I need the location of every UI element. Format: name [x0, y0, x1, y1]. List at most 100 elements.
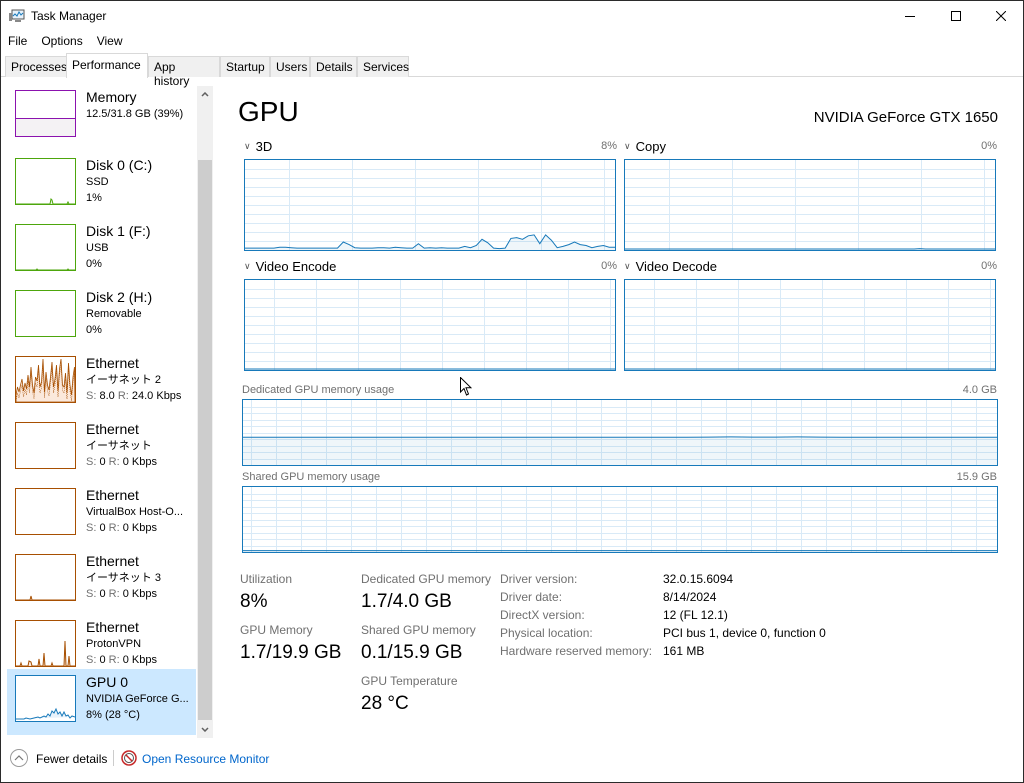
sidebar-item-ethernet[interactable]: Ethernet イーサネット S: 0 R: 0 Kbps	[7, 416, 196, 482]
graph-video-decode-selector[interactable]: ∨ Video Decode	[624, 259, 717, 274]
menu-file[interactable]: File	[1, 31, 34, 51]
receive-value: 0 Kbps	[122, 588, 157, 600]
tab-users[interactable]: Users	[270, 56, 310, 77]
menu-options[interactable]: Options	[34, 31, 89, 51]
gpu-temperature-label: GPU Temperature	[361, 674, 458, 688]
gpu-temperature-value: 28 °C	[361, 693, 409, 714]
scroll-thumb[interactable]	[198, 160, 212, 720]
sidebar-thumbnail	[15, 90, 76, 137]
maximize-icon	[951, 11, 961, 21]
series-area	[243, 436, 997, 465]
scroll-up-button[interactable]	[197, 86, 213, 103]
thumbnail-plot	[16, 423, 75, 468]
sidebar-item-gpu-0[interactable]: GPU 0 NVIDIA GeForce G... 8% (28 °C)	[7, 669, 196, 735]
sidebar-item-memory[interactable]: Memory 12.5/31.8 GB (39%)	[7, 86, 196, 152]
dedicated-memory-plot	[243, 400, 997, 465]
sidebar-thumbnail	[15, 290, 76, 337]
sidebar-item-value: 0%	[86, 258, 102, 270]
directx-version-value: 12 (FL 12.1)	[663, 608, 728, 622]
chevron-up-icon	[14, 755, 24, 761]
sidebar-item-ethernet[interactable]: Ethernet イーサネット 2 S: 8.0 R: 24.0 Kbps	[7, 350, 196, 416]
sidebar-item-subtitle: イーサネット 3	[86, 572, 161, 584]
sidebar-item-subtitle: VirtualBox Host-O...	[86, 506, 183, 518]
thumbnail-plot	[16, 358, 75, 402]
open-resource-monitor-link[interactable]: Open Resource Monitor	[142, 752, 269, 766]
receive-value: 0 Kbps	[122, 456, 157, 468]
sidebar-item-disk-1-f[interactable]: Disk 1 (F:) USB 0%	[7, 218, 196, 284]
sidebar-thumbnail	[15, 224, 76, 271]
thumbnail-plot	[16, 595, 75, 600]
graph-video-encode-selector[interactable]: ∨ Video Encode	[244, 259, 336, 274]
sidebar-item-title: Ethernet	[86, 355, 139, 371]
sidebar-item-title: Ethernet	[86, 553, 139, 569]
receive-label: R:	[108, 456, 120, 468]
graph-3d-plot	[245, 160, 615, 250]
receive-value: 0 Kbps	[122, 654, 157, 666]
receive-label: R:	[108, 654, 120, 666]
sidebar-item-throughput: S: 8.0 R: 24.0 Kbps	[86, 389, 181, 403]
shared-memory-graph	[242, 486, 998, 553]
send-value: 0	[99, 522, 106, 534]
sidebar-item-ethernet[interactable]: Ethernet イーサネット 3 S: 0 R: 0 Kbps	[7, 548, 196, 614]
title-bar: Task Manager	[1, 1, 1023, 31]
directx-version-label: DirectX version:	[500, 608, 585, 622]
maximize-button[interactable]	[933, 1, 979, 31]
scroll-down-button[interactable]	[197, 721, 213, 738]
sidebar-item-value: 1%	[86, 192, 102, 204]
shared-memory-plot	[243, 487, 997, 552]
sidebar-item-disk-0-c[interactable]: Disk 0 (C:) SSD 1%	[7, 152, 196, 218]
fewer-details-toggle[interactable]	[10, 749, 28, 767]
receive-label: R:	[117, 390, 129, 402]
dedicated-memory-graph-max: 4.0 GB	[962, 384, 997, 396]
send-label: S:	[86, 654, 97, 666]
minimize-icon	[905, 16, 915, 17]
send-label: S:	[86, 522, 97, 534]
graph-copy-selector[interactable]: ∨ Copy	[624, 139, 666, 154]
close-button[interactable]	[978, 1, 1024, 31]
graph-video-decode-value: 0%	[981, 260, 997, 272]
sidebar-item-title: Memory	[86, 89, 137, 105]
reserved-memory-label: Hardware reserved memory:	[500, 644, 653, 658]
shared-memory-graph-max: 15.9 GB	[956, 471, 997, 483]
footer-bar: Fewer details Open Resource Monitor	[1, 745, 1023, 775]
graph-3d-label: 3D	[255, 139, 273, 154]
tab-services[interactable]: Services	[357, 56, 409, 77]
tab-startup[interactable]: Startup	[220, 56, 270, 77]
send-label: S:	[86, 588, 97, 600]
graph-video-encode	[244, 279, 616, 371]
menu-view[interactable]: View	[90, 31, 130, 51]
dedicated-memory-value: 1.7/4.0 GB	[361, 591, 452, 612]
resource-sidebar: Memory 12.5/31.8 GB (39%) Disk 0 (C:) SSD 1%…	[1, 78, 215, 738]
sidebar-item-throughput: S: 0 R: 0 Kbps	[86, 587, 157, 601]
fewer-details-button[interactable]: Fewer details	[36, 752, 107, 766]
tab-processes[interactable]: Processes	[5, 56, 67, 77]
sidebar-item-subtitle: イーサネット 2	[86, 374, 161, 386]
sidebar-item-disk-2-h[interactable]: Disk 2 (H:) Removable 0%	[7, 284, 196, 350]
task-manager-window: Task Manager File Options View Processes…	[0, 0, 1024, 783]
sidebar-scrollbar[interactable]	[197, 86, 213, 738]
receive-label: R:	[108, 588, 120, 600]
minimize-button[interactable]	[887, 1, 933, 31]
sidebar-item-value: 0%	[86, 324, 102, 336]
gpu-memory-value: 1.7/19.9 GB	[240, 642, 342, 663]
graph-video-encode-value: 0%	[601, 260, 617, 272]
graph-3d-selector[interactable]: ∨ 3D	[244, 139, 272, 154]
sidebar-item-subtitle: NVIDIA GeForce G...	[86, 693, 189, 705]
sidebar-item-subtitle: USB	[86, 242, 109, 254]
graph-video-encode-plot	[245, 280, 615, 370]
sidebar-item-title: Disk 2 (H:)	[86, 289, 153, 305]
driver-version-label: Driver version:	[500, 572, 578, 586]
physical-location-value: PCI bus 1, device 0, function 0	[663, 626, 826, 640]
chevron-down-icon: ∨	[244, 261, 251, 271]
sidebar-item-ethernet[interactable]: Ethernet VirtualBox Host-O... S: 0 R: 0 Kb…	[7, 482, 196, 548]
dedicated-memory-label: Dedicated GPU memory	[361, 572, 492, 586]
sidebar-item-title: Ethernet	[86, 421, 139, 437]
tab-performance[interactable]: Performance	[66, 53, 148, 78]
chevron-up-icon	[201, 92, 209, 97]
tab-app-history[interactable]: App history	[148, 56, 220, 88]
footer-divider	[113, 750, 114, 766]
chevron-down-icon: ∨	[244, 141, 251, 151]
sidebar-item-title: Ethernet	[86, 619, 139, 635]
sidebar-item-throughput: S: 0 R: 0 Kbps	[86, 521, 157, 535]
tab-details[interactable]: Details	[310, 56, 357, 77]
